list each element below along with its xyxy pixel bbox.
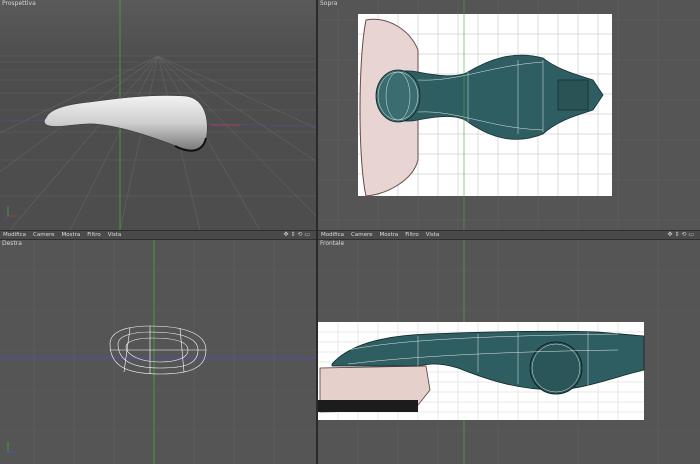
right-scene	[0, 240, 316, 464]
viewport-front[interactable]: Frontale	[318, 240, 700, 464]
menu-filtro[interactable]: Filtro	[87, 232, 100, 238]
viewport-perspective[interactable]: Prospettiva	[0, 0, 316, 230]
menu-mostra[interactable]: Mostra	[61, 232, 80, 238]
menu-vista[interactable]: Vista	[426, 232, 440, 238]
axis-gizmo-icon	[7, 442, 16, 453]
top-scene	[318, 0, 700, 230]
menubar-bottom-left: Modifica Camere Mostra Filtro Vista ✥ ⇕ …	[0, 231, 316, 239]
model-wireframe	[109, 325, 207, 375]
viewport-top[interactable]: Sopra	[318, 0, 700, 230]
viewport-nav-icons[interactable]: ✥ ⇕ ⟲ ▭	[284, 231, 310, 238]
perspective-scene	[0, 0, 316, 230]
front-scene	[318, 240, 700, 464]
viewport-title-right: Destra	[2, 240, 22, 247]
viewport-nav-icons[interactable]: ✥ ⇕ ⟲ ▭	[668, 231, 694, 238]
menu-modifica[interactable]: Modifica	[3, 232, 26, 238]
menubar-bottom-right: Modifica Camere Mostra Filtro Vista ✥ ⇕ …	[318, 231, 700, 239]
viewport-title-front: Frontale	[320, 240, 345, 247]
menu-camere[interactable]: Camere	[33, 232, 54, 238]
cinema4d-workspace: Prospettiva Sopra Modifica Camere Mostra…	[0, 0, 700, 464]
viewport-right[interactable]: Destra	[0, 240, 316, 464]
viewport-title-top: Sopra	[320, 0, 338, 7]
menu-mostra[interactable]: Mostra	[379, 232, 398, 238]
menu-filtro[interactable]: Filtro	[405, 232, 418, 238]
menu-vista[interactable]: Vista	[108, 232, 122, 238]
menu-camere[interactable]: Camere	[351, 232, 372, 238]
menu-modifica[interactable]: Modifica	[321, 232, 344, 238]
viewport-title-perspective: Prospettiva	[2, 0, 36, 7]
